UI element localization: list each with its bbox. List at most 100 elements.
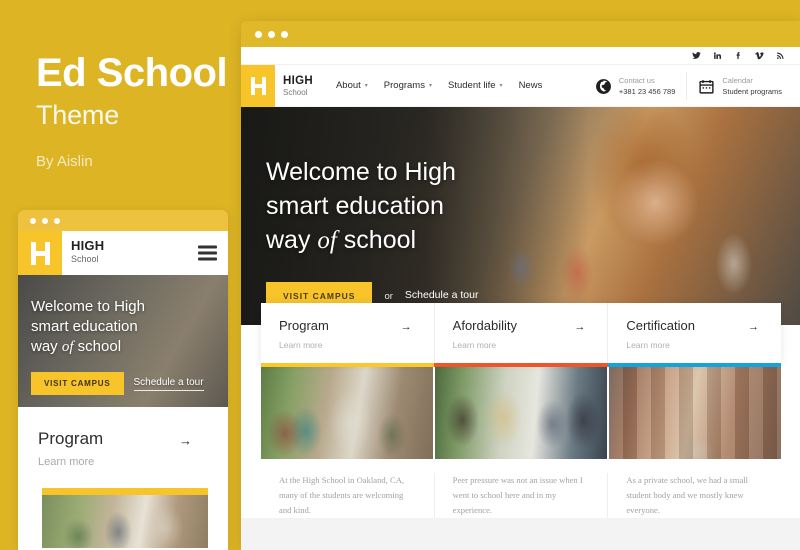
testimonial-row: At the High School in Oakland, CA, many … [261, 459, 781, 519]
calendar-icon [698, 78, 715, 95]
card-rule-program [261, 363, 435, 367]
card-subtitle: Learn more [626, 340, 670, 350]
calendar-text: Calendar Student programs [722, 76, 782, 96]
mobile-photo-strip [18, 488, 228, 548]
mobile-viewport: HIGH School Welcome to High smart educat… [18, 231, 228, 550]
feature-card-afordability[interactable]: Afordability Learn more → [433, 303, 608, 363]
nav-label: News [518, 80, 543, 91]
hero-line-3-a: way [31, 337, 62, 355]
or-separator: or [384, 290, 393, 302]
students-studying-group-photo [433, 367, 607, 459]
nav-item-news[interactable]: News [519, 80, 543, 91]
students-with-laptops-photo [42, 495, 208, 548]
mobile-logo-mark[interactable] [18, 231, 62, 275]
chevron-down-icon: ▾ [428, 83, 432, 89]
nav-item-about[interactable]: About ▾ [336, 80, 368, 91]
contact-label: Calendar [722, 76, 753, 85]
hero-line-1: Welcome to High [31, 298, 145, 315]
site-footer-strip [241, 518, 800, 550]
linkedin-icon[interactable] [707, 51, 728, 60]
testimonial-text: As a private school, we had a small stud… [626, 475, 749, 516]
feature-card-certification[interactable]: Certification Learn more → [607, 303, 781, 363]
mobile-feature-card-program[interactable]: Program Learn more → [18, 407, 228, 468]
hero-content: Welcome to High smart education way of s… [266, 155, 479, 310]
feature-card-rules [261, 363, 781, 367]
arrow-right-icon[interactable]: → [574, 321, 585, 333]
calendar-block[interactable]: Calendar Student programs [686, 72, 793, 100]
desktop-viewport: HIGH School About ▾ Programs ▾ Student l… [241, 47, 800, 550]
nav-item-programs[interactable]: Programs ▾ [384, 80, 432, 91]
chevron-down-icon: ▾ [499, 83, 503, 89]
window-dot-close[interactable] [30, 217, 36, 224]
card-rule-certification [607, 363, 781, 367]
hero-line-3-italic: of [61, 338, 74, 355]
arrow-right-icon[interactable]: → [179, 433, 192, 448]
contact-value: +381 23 456 789 [618, 87, 676, 96]
contact-us-block[interactable]: Contact us +381 23 456 789 [584, 72, 687, 100]
main-navigation: About ▾ Programs ▾ Student life ▾ News [336, 80, 542, 91]
arrow-right-icon[interactable]: → [748, 321, 759, 333]
contact-us-text: Contact us +381 23 456 789 [619, 76, 676, 96]
social-topbar [241, 47, 800, 65]
rss-icon[interactable] [770, 51, 791, 60]
vimeo-icon[interactable] [749, 51, 770, 60]
schedule-tour-link[interactable]: Schedule a tour [133, 377, 204, 391]
testimonial-1: At the High School in Oakland, CA, many … [261, 473, 434, 518]
mobile-hero-actions: VISIT CAMPUS Schedule a tour [31, 372, 204, 395]
testimonial-text: Peer pressure was not an issue when I we… [452, 475, 583, 516]
brand-name: HIGH [71, 238, 105, 253]
hero-line-2: smart education [266, 192, 444, 220]
card-rule-afordability [434, 363, 608, 367]
students-with-laptops-photo [261, 367, 433, 459]
hamburger-menu-icon[interactable] [198, 245, 217, 261]
desktop-brand-text[interactable]: HIGH School [275, 75, 313, 97]
hero-line-3-b: school [73, 337, 122, 355]
brand-sub: School [71, 254, 99, 264]
window-dot-minimize[interactable] [42, 217, 48, 224]
facebook-icon[interactable] [728, 51, 749, 60]
brand-name: HIGH [283, 74, 313, 87]
visit-campus-button[interactable]: VISIT CAMPUS [31, 372, 124, 395]
hero-line-2: smart education [31, 317, 138, 335]
header-contact-group: Contact us +381 23 456 789 Calendar Stud… [584, 65, 793, 107]
nav-label: Programs [383, 80, 425, 91]
hero-line-3-italic: of [317, 227, 337, 254]
card-color-rule [42, 488, 208, 495]
mobile-hero-heading: Welcome to High smart education way of s… [31, 297, 145, 357]
contact-value: Student programs [722, 87, 782, 96]
hero-line-1: Welcome to High [266, 158, 456, 186]
card-subtitle: Learn more [279, 340, 323, 350]
testimonial-3: As a private school, we had a small stud… [607, 473, 781, 519]
feature-card-row: Program Learn more → Afordability Learn … [261, 303, 781, 363]
card-subtitle: Learn more [452, 340, 497, 350]
mobile-brand-text[interactable]: HIGH School [62, 231, 104, 275]
hero-line-3-a: way [266, 226, 318, 254]
arrow-right-icon[interactable]: → [401, 321, 412, 333]
h-monogram-icon [30, 241, 50, 265]
desktop-logo-mark[interactable] [241, 64, 275, 107]
twitter-icon[interactable] [686, 51, 707, 60]
globe-icon [595, 78, 612, 95]
feature-card-program[interactable]: Program Learn more → [261, 303, 434, 363]
mobile-preview-mockup: HIGH School Welcome to High smart educat… [18, 210, 228, 550]
brand-sub: School [283, 87, 308, 97]
card-subtitle: Learn more [38, 456, 95, 468]
nav-item-student-life[interactable]: Student life ▾ [448, 80, 503, 91]
card-title: Program [38, 429, 104, 448]
schedule-tour-link[interactable]: Schedule a tour [404, 289, 479, 304]
window-dot-minimize[interactable] [268, 30, 275, 38]
desktop-preview-mockup: HIGH School About ▾ Programs ▾ Student l… [241, 21, 800, 550]
contact-label: Contact us [618, 76, 655, 85]
nav-label: Student life [448, 80, 496, 91]
desktop-site-header: HIGH School About ▾ Programs ▾ Student l… [241, 64, 800, 107]
chevron-down-icon: ▾ [364, 83, 368, 89]
window-dots [18, 210, 228, 231]
campus-courtyard-arches-photo [607, 367, 781, 459]
window-dot-maximize[interactable] [54, 217, 60, 224]
mobile-site-header: HIGH School [18, 231, 228, 275]
window-dot-maximize[interactable] [281, 30, 288, 38]
hero-line-3-b: school [336, 226, 417, 254]
window-dot-close[interactable] [255, 30, 262, 38]
photo-row [261, 367, 781, 459]
desktop-hero: Welcome to High smart education way of s… [241, 107, 800, 325]
